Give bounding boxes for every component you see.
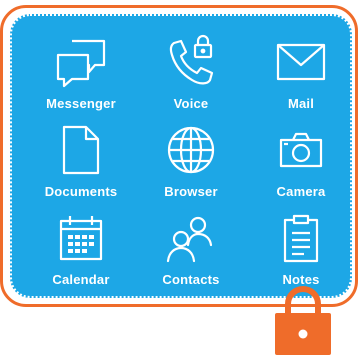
- app-label: Browser: [164, 184, 218, 199]
- app-messenger[interactable]: Messenger: [26, 34, 136, 122]
- app-label: Calendar: [52, 272, 110, 287]
- clipboard-icon: [269, 210, 333, 266]
- document-icon: [49, 122, 113, 178]
- app-grid: Messenger Voice Mail Documents Browser C…: [26, 34, 356, 298]
- app-browser[interactable]: Browser: [136, 122, 246, 210]
- app-label: Voice: [173, 96, 209, 111]
- envelope-icon: [269, 34, 333, 90]
- app-camera[interactable]: Camera: [246, 122, 356, 210]
- app-label: Messenger: [46, 96, 116, 111]
- globe-icon: [159, 122, 223, 178]
- chat-bubbles-icon: [49, 34, 113, 90]
- app-label: Contacts: [162, 272, 220, 287]
- app-label: Documents: [44, 184, 118, 199]
- phone-lock-icon: [159, 34, 223, 90]
- app-voice[interactable]: Voice: [136, 34, 246, 122]
- calendar-icon: [49, 210, 113, 266]
- camera-icon: [269, 122, 333, 178]
- app-label: Camera: [276, 184, 326, 199]
- app-calendar[interactable]: Calendar: [26, 210, 136, 298]
- app-contacts[interactable]: Contacts: [136, 210, 246, 298]
- contacts-icon: [159, 210, 223, 266]
- app-documents[interactable]: Documents: [26, 122, 136, 210]
- app-panel: Messenger Voice Mail Documents Browser C…: [10, 14, 352, 298]
- app-label: Mail: [287, 96, 315, 111]
- padlock-icon: [272, 285, 334, 357]
- app-mail[interactable]: Mail: [246, 34, 356, 122]
